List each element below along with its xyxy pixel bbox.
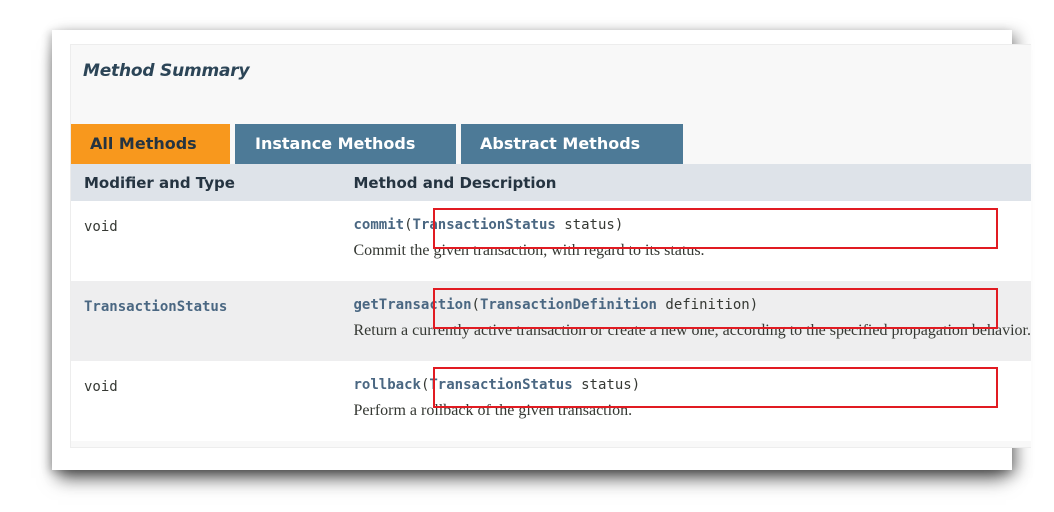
tab-abstract-methods[interactable]: Abstract Methods [461, 124, 683, 164]
method-link-commit[interactable]: commit [354, 217, 405, 233]
modifier-type: void [84, 379, 118, 395]
method-link-rollback[interactable]: rollback [354, 377, 421, 393]
modifier-type-link[interactable]: TransactionStatus [84, 299, 227, 315]
column-header-modifier-type: Modifier and Type [71, 164, 342, 201]
screenshot-stage: Method Summary All Methods Instance Meth… [0, 0, 1054, 512]
highlight-box-commit [433, 208, 998, 249]
method-filter-tabs: All Methods Instance Methods Abstract Me… [71, 124, 688, 164]
method-summary-heading: Method Summary [83, 61, 250, 81]
documentation-page: Method Summary All Methods Instance Meth… [52, 30, 1031, 470]
modifier-type-cell: TransactionStatus [71, 281, 342, 361]
tab-instance-methods[interactable]: Instance Methods [235, 124, 456, 164]
method-summary-panel: Method Summary All Methods Instance Meth… [70, 44, 1031, 448]
modifier-type-cell: void [71, 361, 342, 441]
column-header-method-description: Method and Description [341, 164, 1031, 201]
modifier-type-cell: void [71, 201, 342, 281]
open-paren: ( [404, 217, 413, 233]
table-header-row: Modifier and Type Method and Description [71, 164, 1031, 201]
highlight-box-rollback [433, 367, 998, 408]
tab-all-methods[interactable]: All Methods [71, 124, 230, 164]
highlight-box-get-transaction [433, 288, 998, 329]
modifier-type: void [84, 219, 118, 235]
